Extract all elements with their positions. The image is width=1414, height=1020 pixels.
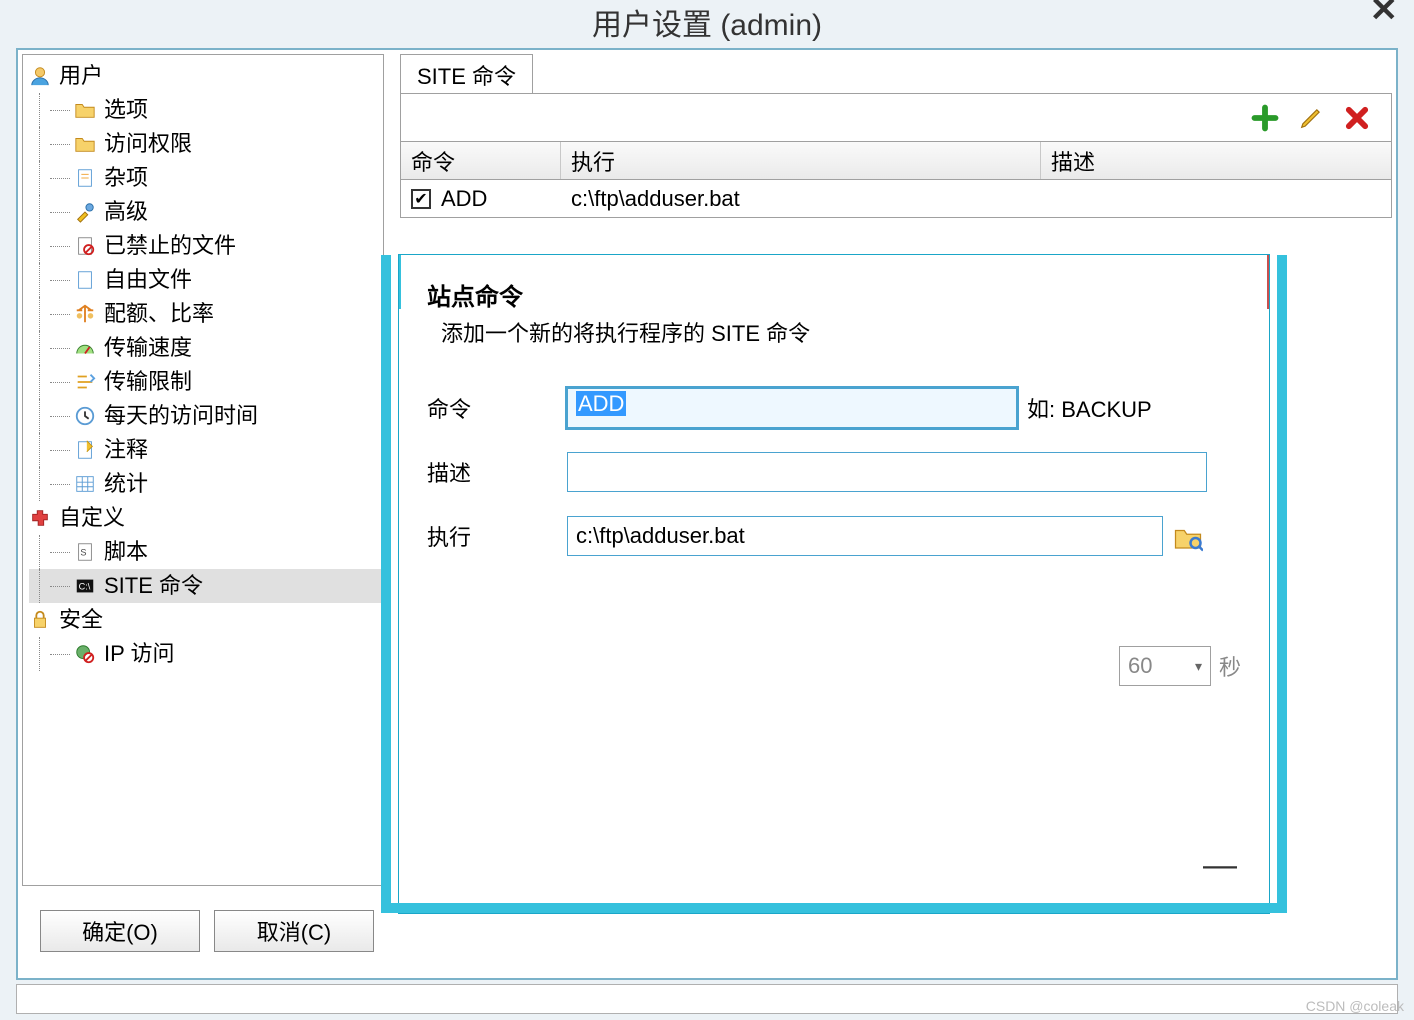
checkbox-icon[interactable]: ✔	[411, 189, 431, 209]
tree-label: 用户	[59, 59, 103, 93]
tree-label: 已禁止的文件	[104, 229, 236, 263]
cell-exec: c:\ftp\adduser.bat	[561, 180, 1041, 217]
cell-desc	[1041, 180, 1391, 217]
dialog-subheading: 添加一个新的将执行程序的 SITE 命令	[441, 316, 1241, 348]
tree-label: 自由文件	[104, 263, 192, 297]
tree-node-script[interactable]: S 脚本	[29, 535, 383, 569]
tree-node-user[interactable]: 用户	[29, 59, 383, 93]
grid-header: 命令 执行 描述	[400, 142, 1392, 180]
grid-header-desc[interactable]: 描述	[1041, 142, 1391, 179]
tree-node-banned-files[interactable]: 已禁止的文件	[29, 229, 383, 263]
close-icon[interactable]: ✕	[1370, 0, 1399, 30]
tree-node-site-cmd[interactable]: C:\ SITE 命令	[29, 569, 383, 603]
limit-icon	[74, 371, 96, 393]
timeout-value: 60	[1128, 653, 1152, 679]
ok-button[interactable]: 确定(O)	[40, 910, 200, 952]
command-input[interactable]: ADD	[567, 388, 1017, 428]
puzzle-icon	[29, 507, 51, 529]
tree-label: 选项	[104, 93, 148, 127]
tree-node-misc[interactable]: 杂项	[29, 161, 383, 195]
tree-node-access-time[interactable]: 每天的访问时间	[29, 399, 383, 433]
tab-label: SITE 命令	[417, 59, 516, 91]
tree-node-options[interactable]: 选项	[29, 93, 383, 127]
label-command: 命令	[427, 392, 567, 424]
gauge-icon	[74, 337, 96, 359]
page-icon	[74, 167, 96, 189]
tools-icon	[74, 201, 96, 223]
folder-icon	[74, 99, 96, 121]
command-hint: 如: BACKUP	[1027, 392, 1152, 424]
tree-node-access[interactable]: 访问权限	[29, 127, 383, 161]
delete-icon[interactable]	[1343, 104, 1371, 132]
user-icon	[29, 65, 51, 87]
tab-site-cmd[interactable]: SITE 命令	[400, 54, 533, 94]
tree-label: 访问权限	[104, 127, 192, 161]
table-row[interactable]: ✔ ADD c:\ftp\adduser.bat	[400, 180, 1392, 218]
tree-node-speed[interactable]: 传输速度	[29, 331, 383, 365]
tree-panel: 用户 选项 访问权限 杂项 高级 已禁止的文件 自由文件 配额、比率 传输速度 …	[22, 54, 384, 886]
dialog: Gene6 FTP Server 管理员 ✕ 站点命令 添加一个新的将执行程序的…	[398, 254, 1270, 914]
label-description: 描述	[427, 456, 567, 488]
collapse-icon[interactable]: —	[1203, 846, 1237, 885]
cell-cmd: ADD	[441, 186, 487, 212]
tree-node-custom[interactable]: 自定义	[29, 501, 383, 535]
table-icon	[74, 473, 96, 495]
tree-label: 注释	[104, 433, 148, 467]
script-icon: S	[74, 541, 96, 563]
note-icon	[74, 439, 96, 461]
tree-node-notes[interactable]: 注释	[29, 433, 383, 467]
chevron-down-icon: ▾	[1195, 658, 1202, 675]
tree-node-free-files[interactable]: 自由文件	[29, 263, 383, 297]
tree-node-limits[interactable]: 传输限制	[29, 365, 383, 399]
grid-header-cmd[interactable]: 命令	[401, 142, 561, 179]
folder-icon	[74, 133, 96, 155]
tree-node-quota[interactable]: 配额、比率	[29, 297, 383, 331]
lock-icon	[29, 609, 51, 631]
page-title: 用户设置 (admin)	[592, 9, 822, 42]
cancel-button[interactable]: 取消(C)	[214, 910, 374, 952]
tree-node-ip-access[interactable]: IP 访问	[29, 637, 383, 671]
tree-label: 统计	[104, 467, 148, 501]
tree-node-stats[interactable]: 统计	[29, 467, 383, 501]
tree-label: 脚本	[104, 535, 148, 569]
tree-label: 高级	[104, 195, 148, 229]
watermark: CSDN @coleak	[1306, 998, 1404, 1014]
tree-node-security[interactable]: 安全	[29, 603, 383, 637]
tree-label: 安全	[59, 603, 103, 637]
tree-label: 传输速度	[104, 331, 192, 365]
scale-icon	[74, 303, 96, 325]
tree-label: 每天的访问时间	[104, 399, 258, 433]
timeout-unit: 秒	[1219, 650, 1241, 682]
clock-icon	[74, 405, 96, 427]
console-icon: C:\	[74, 575, 96, 597]
add-icon[interactable]	[1251, 104, 1279, 132]
status-bar	[16, 984, 1398, 1014]
timeout-combo[interactable]: 60 ▾	[1119, 646, 1211, 686]
grid-header-exec[interactable]: 执行	[561, 142, 1041, 179]
browse-folder-icon[interactable]	[1173, 523, 1203, 549]
label-execute: 执行	[427, 520, 567, 552]
description-input[interactable]	[567, 452, 1207, 492]
tree-label: 自定义	[59, 501, 125, 535]
globe-block-icon	[74, 643, 96, 665]
execute-input[interactable]	[567, 516, 1163, 556]
toolbar	[400, 94, 1392, 142]
tree-label: 杂项	[104, 161, 148, 195]
svg-text:S: S	[80, 548, 86, 558]
tree-node-advanced[interactable]: 高级	[29, 195, 383, 229]
tree-label: IP 访问	[104, 637, 175, 671]
tree-label: 配额、比率	[104, 297, 214, 331]
dialog-heading: 站点命令	[427, 277, 1241, 312]
file-block-icon	[74, 235, 96, 257]
file-icon	[74, 269, 96, 291]
edit-icon[interactable]	[1297, 104, 1325, 132]
svg-text:C:\: C:\	[79, 582, 91, 592]
tree-label: SITE 命令	[104, 569, 203, 603]
tree-label: 传输限制	[104, 365, 192, 399]
